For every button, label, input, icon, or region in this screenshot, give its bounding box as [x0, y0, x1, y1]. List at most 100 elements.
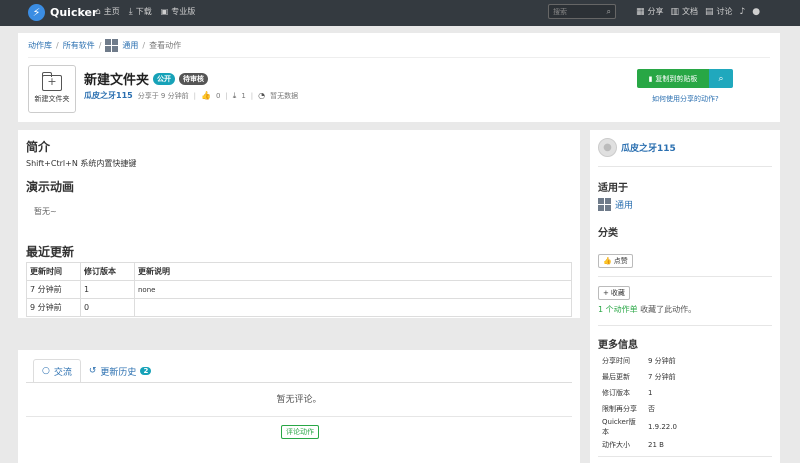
thumbs-up-icon[interactable]: 👍 [201, 91, 211, 100]
no-comments-text: 暂无评论。 [276, 395, 322, 405]
tab-history[interactable]: ↺ 更新历史 2 [81, 359, 159, 383]
cart-icon: ▣ [160, 7, 169, 16]
store-status: 暂无数据 [270, 91, 299, 100]
intro-heading: 简介 [26, 140, 51, 154]
new-folder-icon [41, 71, 62, 91]
copy-to-clipboard-button[interactable]: ▮ 复制到剪贴板 [637, 69, 709, 88]
brand[interactable]: ⚡ Quicker [28, 4, 97, 21]
info-value: 1 [648, 389, 653, 397]
sidebar: ● 瓜皮之牙115 适用于 通用 分类 👍 点赞 + 收藏 1 个动作单 收藏了… [590, 130, 780, 463]
nav-notifications[interactable]: ♪ [740, 6, 746, 17]
table-row: 9 分钟前 0 [26, 298, 572, 317]
info-table: 分享时间 9 分钟前 最后更新 7 分钟前 修订版本 1 限制再分享 否 Quicker… [598, 353, 681, 453]
info-row: 最后更新 7 分钟前 [598, 369, 681, 385]
column-header: 更新时间 [26, 262, 81, 281]
download-count-icon: ⤓ [232, 90, 237, 100]
collect-text: 收藏了此动作。 [637, 305, 697, 314]
nav-discuss[interactable]: ▤ 讨论 [705, 6, 733, 17]
quicker-logo-icon: ⚡ [28, 4, 45, 21]
collect-summary: 1 个动作单 收藏了此动作。 [598, 304, 696, 315]
collect-button[interactable]: + 收藏 [598, 286, 630, 300]
nav-pro-label: 专业版 [171, 7, 196, 16]
search-icon[interactable]: ⌕ [607, 7, 611, 17]
clipboard-icon: ▮ [648, 74, 653, 83]
info-key: Quicker版本 [602, 418, 636, 436]
info-row: 限制再分享 否 [598, 401, 681, 417]
more-info-heading: 更多信息 [598, 340, 638, 351]
sidebar-divider [598, 276, 772, 277]
download-icon: ⤓ [128, 6, 133, 17]
info-value: 7 分钟前 [648, 373, 676, 381]
tab-discuss-label: 交流 [53, 367, 72, 378]
column-header: 更新说明 [134, 262, 572, 281]
info-value: 21 B [648, 441, 664, 449]
info-value: 1.9.22.0 [648, 423, 677, 431]
nav-download[interactable]: ⤓ 下载 [129, 6, 152, 17]
info-key: 限制再分享 [602, 405, 637, 413]
review-badge: 待审核 [179, 72, 209, 85]
info-key: 最后更新 [602, 373, 630, 381]
comment-tabs: ○ 交流 ↺ 更新历史 2 [33, 359, 159, 383]
info-key: 修订版本 [602, 389, 630, 397]
general-grid-icon [105, 39, 119, 52]
meta-separator: | [225, 91, 228, 100]
applies-link[interactable]: 通用 [598, 198, 633, 211]
breadcrumb-all-software[interactable]: 所有软件 [63, 40, 95, 51]
column-header: 修订版本 [80, 262, 135, 281]
info-row: 分享时间 9 分钟前 [598, 353, 681, 369]
intro-text: Shift+Ctrl+N 系统内置快捷键 [26, 159, 137, 168]
user-icon: ● [752, 6, 761, 17]
breadcrumb-separator: / [98, 41, 102, 50]
copy-button-group: ▮ 复制到剪贴板 ⌕ [637, 69, 733, 88]
info-row: Quicker版本 1.9.22.0 [598, 417, 681, 437]
update-desc: none [134, 280, 572, 299]
nav-user[interactable]: ● [752, 6, 760, 17]
bell-icon: ♪ [739, 6, 746, 17]
preview-button[interactable]: ⌕ [709, 69, 733, 88]
nav-download-label: 下载 [135, 7, 152, 16]
nav-home[interactable]: ⌂ 主页 [95, 6, 120, 17]
thumbs-up-icon: 👍 [603, 257, 612, 265]
sidebar-divider [598, 325, 772, 326]
update-time: 9 分钟前 [26, 298, 81, 317]
meta-separator: | [250, 91, 254, 100]
sidebar-author-name[interactable]: 瓜皮之牙115 [621, 141, 676, 154]
author-link[interactable]: 瓜皮之牙115 [84, 90, 133, 101]
breadcrumb-library[interactable]: 动作库 [28, 40, 52, 51]
update-time: 7 分钟前 [26, 280, 81, 299]
plus-icon: + [603, 289, 609, 297]
breadcrumb-general[interactable]: 通用 [122, 40, 138, 51]
nav-pro[interactable]: ▣ 专业版 [161, 6, 196, 17]
tab-discuss[interactable]: ○ 交流 [33, 359, 81, 383]
nav-left: ⌂ 主页 ⤓ 下载 ▣ 专业版 [95, 6, 195, 17]
info-key: 分享时间 [602, 357, 630, 365]
table-header-row: 更新时间 修订版本 更新说明 [26, 262, 572, 281]
sidebar-divider [598, 456, 772, 457]
breadcrumb-separator: / [56, 41, 59, 50]
public-badge: 公开 [153, 72, 176, 85]
nav-discuss-label: 讨论 [716, 7, 733, 16]
update-rev: 0 [80, 298, 135, 317]
brand-name: Quicker [50, 6, 98, 19]
applies-value: 通用 [615, 201, 634, 211]
updates-heading: 最近更新 [26, 245, 75, 259]
zoom-icon: ⌕ [718, 73, 724, 84]
collect-count-link[interactable]: 1 个动作单 [598, 305, 638, 314]
info-row: 修订版本 1 [598, 385, 681, 401]
like-button[interactable]: 👍 点赞 [598, 254, 633, 268]
breadcrumb-current: 查看动作 [149, 41, 182, 50]
history-count-badge: 2 [140, 367, 152, 375]
comment-button[interactable]: 评论动作 [281, 425, 319, 439]
info-value: 否 [648, 405, 655, 413]
search-input[interactable] [553, 7, 601, 16]
info-key: 动作大小 [602, 441, 630, 449]
nav-share[interactable]: ▦ 分享 [636, 6, 664, 17]
sidebar-author[interactable]: ● 瓜皮之牙115 [598, 138, 676, 157]
top-navbar: ⚡ Quicker ⌂ 主页 ⤓ 下载 ▣ 专业版 ⌕ ▦ 分享 ▥ 文档 ▤ … [0, 0, 800, 26]
tabs-underline [26, 382, 572, 383]
nav-docs[interactable]: ▥ 文档 [671, 6, 699, 17]
howto-link[interactable]: 如何使用分享的动作? [652, 94, 719, 104]
comments-divider [26, 416, 572, 417]
update-desc [134, 298, 572, 317]
nav-home-label: 主页 [103, 7, 120, 16]
